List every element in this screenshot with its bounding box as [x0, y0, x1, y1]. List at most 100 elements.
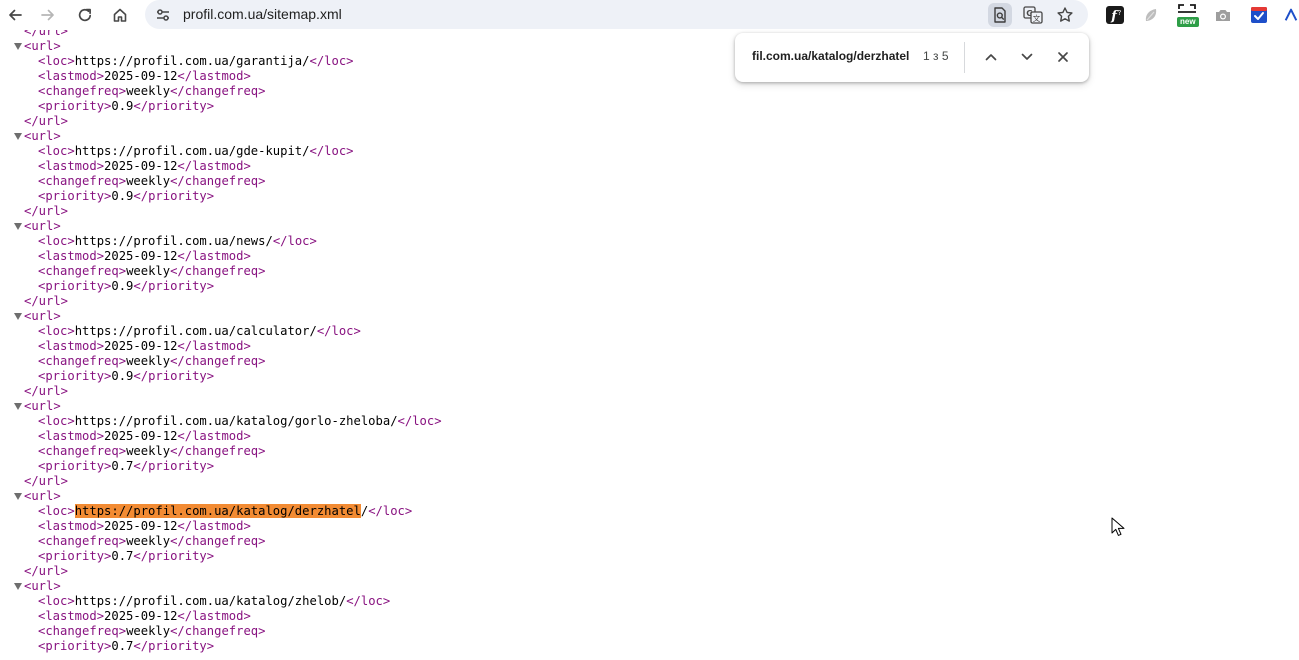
xml-text: 0.7: [111, 549, 134, 563]
xml-tag: </priority>: [133, 189, 215, 203]
svg-text:文: 文: [1033, 13, 1041, 23]
pen-icon: [1284, 8, 1298, 21]
xml-text: 0.7: [111, 639, 134, 653]
find-divider: [964, 42, 965, 73]
forward-button[interactable]: [33, 0, 63, 30]
xml-changefreq-line: <changefreq>weekly</changefreq>: [0, 534, 1299, 549]
extension-task-button[interactable]: [1247, 3, 1271, 27]
translate-icon: G 文: [1023, 6, 1043, 24]
translate-button[interactable]: G 文: [1021, 3, 1045, 27]
xml-tag: <lastmod>: [38, 159, 105, 173]
xml-tag: <loc>: [38, 324, 75, 338]
find-next-button[interactable]: [1015, 45, 1039, 69]
extension-camera-button[interactable]: [1211, 3, 1235, 27]
collapse-toggle[interactable]: [13, 219, 23, 234]
xml-tag: <loc>: [38, 234, 75, 248]
collapse-toggle[interactable]: [13, 39, 23, 54]
xml-changefreq-line: <changefreq>weekly</changefreq>: [0, 624, 1299, 639]
xml-tag: <url>: [24, 309, 61, 323]
xml-text: weekly: [126, 264, 171, 278]
xml-tag: <priority>: [38, 369, 112, 383]
xml-tag: <priority>: [38, 189, 112, 203]
xml-tag: <url>: [24, 489, 61, 503]
xml-tag: </priority>: [133, 99, 215, 113]
xml-text: https://profil.com.ua/katalog/zhelob/: [74, 594, 347, 608]
find-query-input[interactable]: fil.com.ua/katalog/derzhatel: [752, 49, 909, 63]
address-bar[interactable]: profil.com.ua/sitemap.xml G 文: [145, 0, 1088, 29]
xml-tag: </loc>: [346, 594, 391, 608]
extension-leaf-button[interactable]: [1139, 3, 1163, 27]
xml-tag: </lastmod>: [177, 609, 251, 623]
xml-tag: <changefreq>: [38, 264, 127, 278]
xml-changefreq-line: <changefreq>weekly</changefreq>: [0, 84, 1299, 99]
extension-screenshot-button[interactable]: new: [1175, 3, 1199, 27]
xml-viewer: </url> <url> <loc>https://profil.com.ua/g…: [0, 30, 1299, 660]
svg-text:?: ?: [1118, 9, 1122, 17]
site-info-button[interactable]: [153, 5, 173, 25]
xml-tag: </lastmod>: [177, 69, 251, 83]
xml-tag: <priority>: [38, 279, 112, 293]
xml-text: https://profil.com.ua/calculator/: [74, 324, 317, 338]
xml-url-open: <url>: [0, 489, 1299, 504]
bookmark-button[interactable]: [1053, 3, 1077, 27]
xml-url-close: </url>: [0, 294, 1299, 309]
xml-text: weekly: [126, 624, 171, 638]
xml-tag: </lastmod>: [177, 519, 251, 533]
xml-text: 2025-09-12: [104, 249, 178, 263]
xml-tag: <priority>: [38, 99, 112, 113]
xml-tag: <changefreq>: [38, 444, 127, 458]
reload-icon: [78, 8, 92, 22]
xml-tag: <changefreq>: [38, 624, 127, 638]
back-button[interactable]: [0, 0, 30, 30]
xml-url-open: <url>: [0, 219, 1299, 234]
xml-tag: </priority>: [133, 549, 215, 563]
find-match-count: 1 з 5: [923, 49, 949, 63]
xml-text: 2025-09-12: [104, 519, 178, 533]
xml-text: weekly: [126, 84, 171, 98]
xml-priority-line: <priority>0.9</priority>: [0, 369, 1299, 384]
xml-priority-line: <priority>0.7</priority>: [0, 549, 1299, 564]
xml-tag: </priority>: [133, 459, 215, 473]
reload-button[interactable]: [70, 0, 100, 30]
xml-tag: <lastmod>: [38, 69, 105, 83]
find-in-page-button[interactable]: [988, 3, 1012, 27]
xml-text: 0.9: [111, 369, 134, 383]
xml-url-close: </url>: [0, 474, 1299, 489]
collapse-toggle[interactable]: [13, 579, 23, 594]
xml-tag: <url>: [24, 219, 61, 233]
collapse-toggle[interactable]: [13, 399, 23, 414]
extension-partial-button[interactable]: [1283, 3, 1299, 27]
xml-tag: <changefreq>: [38, 174, 127, 188]
find-previous-button[interactable]: [979, 45, 1003, 69]
find-highlight: https://profil.com.ua/katalog/derzhatel: [74, 504, 361, 518]
xml-tag: </changefreq>: [170, 624, 266, 638]
url-text[interactable]: profil.com.ua/sitemap.xml: [183, 6, 342, 22]
xml-url-close: </url>: [0, 384, 1299, 399]
xml-tag: </changefreq>: [170, 354, 266, 368]
xml-loc-line: <loc>https://profil.com.ua/calculator/</…: [0, 324, 1299, 339]
xml-lastmod-line: <lastmod>2025-09-12</lastmod>: [0, 609, 1299, 624]
xml-url-close: </url>: [0, 114, 1299, 129]
checkbox-icon: [1251, 7, 1267, 23]
xml-tag: </url>: [24, 294, 69, 308]
xml-tag: </loc>: [316, 324, 361, 338]
browser-toolbar: profil.com.ua/sitemap.xml G 文 f ? new: [0, 0, 1299, 30]
collapse-toggle[interactable]: [13, 489, 23, 504]
collapse-toggle[interactable]: [13, 129, 23, 144]
home-icon: [113, 8, 127, 22]
xml-tag: </url>: [24, 564, 69, 578]
xml-text: 2025-09-12: [104, 159, 178, 173]
xml-lastmod-line: <lastmod>2025-09-12</lastmod>: [0, 69, 1299, 84]
arrow-left-icon: [9, 9, 22, 21]
xml-tag: <priority>: [38, 459, 112, 473]
collapse-toggle[interactable]: [13, 309, 23, 324]
find-close-button[interactable]: [1051, 45, 1075, 69]
font-f-icon: f ?: [1106, 6, 1124, 24]
xml-tag: </loc>: [272, 234, 317, 248]
home-button[interactable]: [105, 0, 135, 30]
xml-tag: </url>: [24, 474, 69, 488]
xml-loc-line: <loc>https://profil.com.ua/garantija/</l…: [0, 54, 1299, 69]
find-bar: fil.com.ua/katalog/derzhatel 1 з 5: [735, 33, 1089, 82]
xml-text: 0.9: [111, 99, 134, 113]
extension-fonts-button[interactable]: f ?: [1103, 3, 1127, 27]
